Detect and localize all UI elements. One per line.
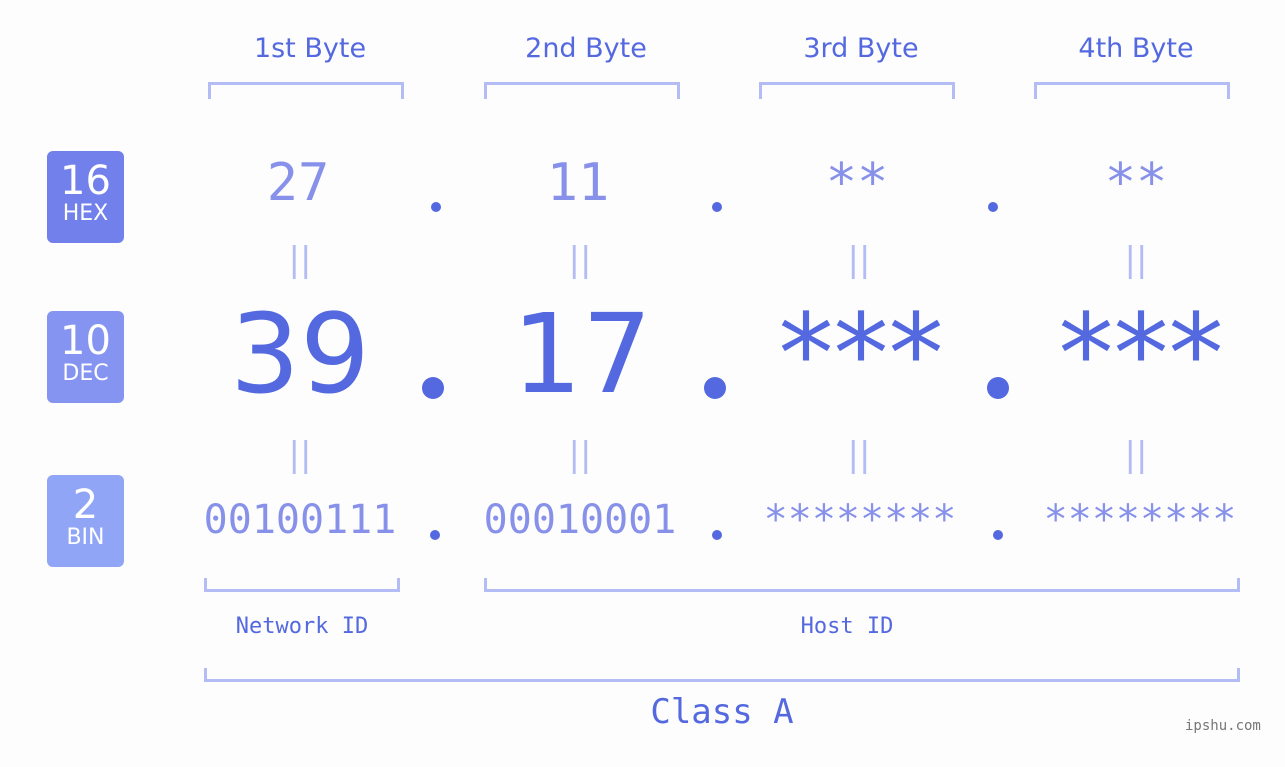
dec-value-4: *** <box>1058 290 1224 418</box>
bin-separator-dot <box>430 530 440 540</box>
bin-base: 2 <box>72 482 99 528</box>
bin-value-3: ******** <box>763 497 957 543</box>
hex-separator-dot <box>988 202 998 212</box>
equals-sign: || <box>288 240 312 280</box>
column-header-2: 2nd Byte <box>525 33 647 64</box>
column-bracket-1 <box>208 82 404 99</box>
dec-value-2: 17 <box>512 290 652 418</box>
bin-value-2: 00010001 <box>483 497 677 543</box>
hex-separator-dot <box>712 202 722 212</box>
equals-sign: || <box>1124 435 1148 475</box>
equals-sign: || <box>1124 240 1148 280</box>
bin-separator-dot <box>993 530 1003 540</box>
hex-label: HEX <box>62 201 109 226</box>
bin-label: BIN <box>66 525 105 550</box>
hex-badge: 16 HEX <box>47 151 124 243</box>
column-bracket-3 <box>759 82 955 99</box>
hex-base: 16 <box>60 158 111 204</box>
class-label: Class A <box>650 692 794 732</box>
bin-value-4: ******** <box>1043 497 1237 543</box>
dec-value-1: 39 <box>230 290 370 418</box>
dec-base: 10 <box>60 318 111 364</box>
column-bracket-2 <box>484 82 680 99</box>
equals-sign: || <box>847 240 871 280</box>
dec-label: DEC <box>62 361 109 386</box>
hex-value-1: 27 <box>266 153 330 213</box>
host-id-label: Host ID <box>800 614 894 639</box>
column-header-3: 3rd Byte <box>803 33 919 64</box>
dec-separator-dot <box>704 377 726 399</box>
column-bracket-4 <box>1034 82 1230 99</box>
bin-value-1: 00100111 <box>203 497 397 543</box>
dec-value-3: *** <box>778 290 944 418</box>
network-id-label: Network ID <box>235 614 369 639</box>
equals-sign: || <box>847 435 871 475</box>
column-header-4: 4th Byte <box>1078 33 1194 64</box>
dec-separator-dot <box>987 377 1009 399</box>
bin-badge: 2 BIN <box>47 475 124 567</box>
watermark: ipshu.com <box>1185 718 1261 734</box>
equals-sign: || <box>568 435 592 475</box>
class-bracket <box>204 668 1240 682</box>
equals-sign: || <box>568 240 592 280</box>
hex-value-4: ** <box>1104 153 1168 213</box>
hex-separator-dot <box>431 202 441 212</box>
bin-separator-dot <box>712 530 722 540</box>
equals-sign: || <box>288 435 312 475</box>
host-id-bracket <box>484 578 1240 592</box>
dec-badge: 10 DEC <box>47 311 124 403</box>
column-header-1: 1st Byte <box>253 33 367 64</box>
network-id-bracket <box>204 578 400 592</box>
hex-value-3: ** <box>825 153 889 213</box>
hex-value-2: 11 <box>546 153 610 213</box>
dec-separator-dot <box>422 377 444 399</box>
